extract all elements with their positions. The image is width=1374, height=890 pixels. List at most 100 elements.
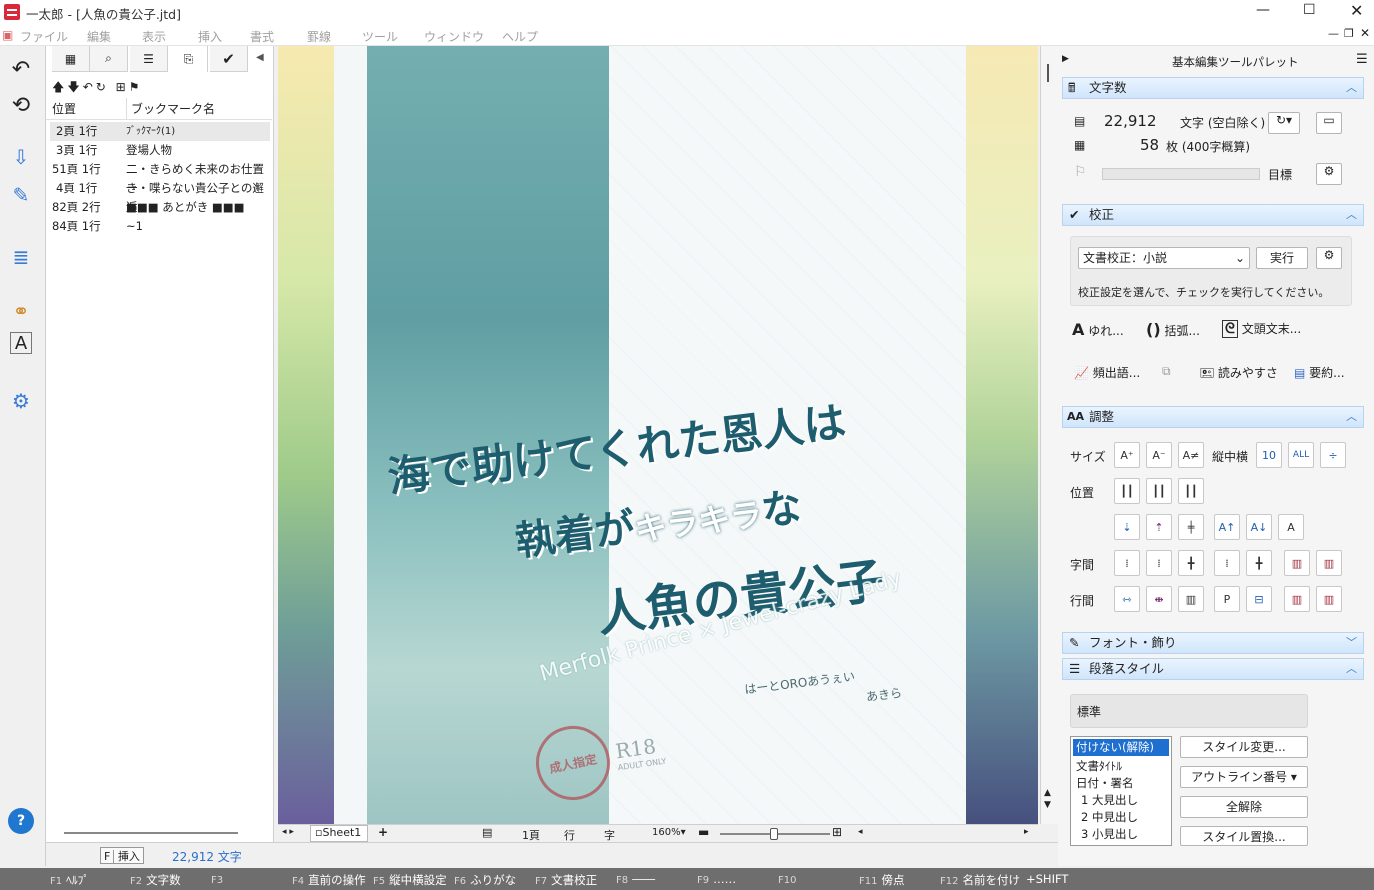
proof-tool-readability[interactable]: 🖭 読みやすさ (1200, 364, 1278, 385)
outline-number-button[interactable]: アウトライン番号 ▾ (1180, 766, 1308, 788)
palette-expand-icon[interactable]: ▶ (1062, 54, 1069, 64)
fkey-shift[interactable]: +SHIFT (1026, 872, 1068, 886)
redo-loop-icon[interactable]: ⟲ (6, 90, 36, 120)
style-change-button[interactable]: スタイル変更... (1180, 736, 1308, 758)
recount-button[interactable]: ↻▾ (1268, 112, 1300, 134)
size-up-icon[interactable]: A⁺ (1114, 442, 1140, 468)
style-item[interactable]: 3 小見出し (1071, 826, 1171, 843)
hscroll-left-icon[interactable]: ◂ (858, 827, 863, 837)
minimize-icon[interactable]: — (1256, 2, 1270, 18)
pos-f-icon[interactable]: A (1278, 514, 1304, 540)
proof-run-button[interactable]: 実行 (1256, 247, 1308, 269)
tab-search[interactable]: ⌕ (90, 46, 128, 72)
scroll-down-icon[interactable]: ▼ (1044, 800, 1051, 810)
palette-menu-icon[interactable]: ☰ (1356, 52, 1368, 67)
tcy-10-icon[interactable]: 10 (1256, 442, 1282, 468)
sheet-prev-icon[interactable]: ◂ ▸ (282, 827, 294, 837)
document-area[interactable]: 海で助けてくれた恩人は 執着がキラキラな 人魚の貴公子 Merfolk Prin… (278, 46, 1038, 824)
tab-bookmark[interactable]: ⎘ (170, 46, 208, 72)
import-icon[interactable]: ⇩ (6, 142, 36, 172)
list-item[interactable]: 84頁 1行 ~1 (50, 217, 270, 236)
tcy-reset-icon[interactable]: ÷ (1320, 442, 1346, 468)
proof-tool-bracket[interactable]: () 括弧... (1146, 320, 1200, 339)
mode-box[interactable]: F 挿入 (100, 847, 144, 864)
pos-d-icon[interactable]: A↑ (1214, 514, 1240, 540)
fkey[interactable]: F9…… (697, 872, 736, 886)
cs-4-icon[interactable]: ⁞ (1214, 550, 1240, 576)
link-icon[interactable]: ⚭ (6, 296, 36, 326)
align-bottom-icon[interactable]: ┃┃ (1178, 478, 1204, 504)
list-item[interactable]: 4頁 1行 一・喋らない貴公子との邂逅 (50, 179, 270, 214)
proof-tool-sentence[interactable]: ᘓ 文頭文末... (1222, 320, 1301, 338)
hscroll-right-icon[interactable]: ▸ (1024, 827, 1029, 837)
cs-1-icon[interactable]: ⁞ (1114, 550, 1140, 576)
section-proofread[interactable]: ✔ 校正 ︿ (1062, 204, 1364, 226)
ls-2-icon[interactable]: ⇼ (1146, 586, 1172, 612)
ls-4-icon[interactable]: P (1214, 586, 1240, 612)
fkey[interactable]: F8 ―― (616, 872, 655, 886)
help-icon[interactable]: ? (8, 808, 34, 834)
menu-tool[interactable]: ツール (362, 28, 398, 45)
cs-5-icon[interactable]: ╋ (1246, 550, 1272, 576)
tab-thumbnail[interactable]: ▦ (52, 46, 90, 72)
doc-restore-icon[interactable]: ❐ (1344, 27, 1354, 40)
freq-extra-icon[interactable]: ⧉ (1162, 364, 1171, 379)
add-bookmark-icon[interactable]: ⊞ (116, 80, 129, 94)
tab-check[interactable]: ✔ (210, 46, 248, 72)
panel-collapse-icon[interactable]: ◀ (256, 52, 264, 63)
zoom-thumb[interactable] (770, 828, 778, 840)
edit-doc-icon[interactable]: ✎ (6, 180, 36, 210)
menu-help[interactable]: ヘルプ (502, 28, 538, 45)
fkey[interactable]: F2 文字数 (130, 872, 181, 888)
menu-edit[interactable]: 編集 (87, 28, 111, 45)
down-arrow-icon[interactable]: 🡇 (67, 80, 82, 94)
proof-settings-button[interactable]: ⚙ (1316, 247, 1342, 269)
sheet-tab[interactable]: ▫Sheet1 (310, 825, 368, 842)
pos-b-icon[interactable]: ⇡ (1146, 514, 1172, 540)
fkey[interactable]: F6 ふりがな (454, 872, 516, 888)
list-item[interactable]: 3頁 1行 登場人物 (50, 141, 270, 160)
ls-3-icon[interactable]: ▥ (1178, 586, 1204, 612)
ls-6-icon[interactable]: ▥ (1284, 586, 1310, 612)
text-frame-icon[interactable]: A (10, 332, 32, 354)
pos-c-icon[interactable]: ╪ (1178, 514, 1204, 540)
cs-2-icon[interactable]: ⁞ (1146, 550, 1172, 576)
ls-5-icon[interactable]: ⊟ (1246, 586, 1272, 612)
style-item[interactable]: 2 中見出し (1071, 809, 1171, 826)
proof-tool-yure[interactable]: A ゆれ... (1072, 320, 1124, 339)
menu-format[interactable]: 書式 (250, 28, 274, 45)
menu-window[interactable]: ウィンドウ (424, 28, 484, 45)
refresh-icon[interactable]: ↻ (96, 80, 109, 94)
align-middle-icon[interactable]: ┃┃ (1146, 478, 1172, 504)
proof-select[interactable]: 文書校正：小説 ⌄ (1078, 247, 1250, 269)
col-name[interactable]: ブックマーク名 (126, 98, 215, 120)
add-sheet-icon[interactable]: + (378, 825, 388, 839)
list-item[interactable]: 2頁 1行 ﾌﾞｯｸﾏｰｸ(1) (50, 122, 270, 141)
clear-all-button[interactable]: 全解除 (1180, 796, 1308, 818)
col-position[interactable]: 位置 (52, 98, 76, 120)
zoom-out-icon[interactable]: ▬ (698, 825, 709, 839)
cs-6-icon[interactable]: ▥ (1284, 550, 1310, 576)
fkey[interactable]: F5 縦中横設定 (373, 872, 447, 888)
section-para-style[interactable]: ☰ 段落スタイル ︿ (1062, 658, 1364, 680)
size-down-icon[interactable]: A⁻ (1146, 442, 1172, 468)
close-icon[interactable]: ✕ (1350, 1, 1363, 20)
pos-a-icon[interactable]: ⇣ (1114, 514, 1140, 540)
fkey[interactable]: F3 (211, 872, 227, 886)
vertical-scrollbar[interactable]: ▲ ▼ (1040, 46, 1058, 824)
fkey[interactable]: F4 直前の操作 (292, 872, 366, 888)
proof-tool-summary[interactable]: ▤ 要約... (1294, 364, 1345, 381)
section-charcount[interactable]: 🖩 文字数 ︿ (1062, 77, 1364, 99)
scroll-up-icon[interactable]: ▲ (1044, 788, 1051, 798)
style-list[interactable]: 付けない(解除) 文書ﾀｲﾄﾙ 日付・署名 1 大見出し 2 中見出し 3 小見… (1070, 736, 1172, 846)
fkey[interactable]: F1 ﾍﾙﾌﾟ (50, 872, 89, 888)
pos-e-icon[interactable]: A↓ (1246, 514, 1272, 540)
style-replace-button[interactable]: スタイル置換... (1180, 826, 1308, 846)
tab-outline[interactable]: ☰ (130, 46, 168, 72)
ls-7-icon[interactable]: ▥ (1316, 586, 1342, 612)
charcount-window-button[interactable]: ▭ (1316, 112, 1342, 134)
undo-small-icon[interactable]: ↶ (83, 80, 96, 94)
ls-1-icon[interactable]: ⇿ (1114, 586, 1140, 612)
style-item[interactable]: 文書ﾀｲﾄﾙ (1071, 758, 1171, 775)
undo-icon[interactable]: ↶ (6, 54, 36, 84)
